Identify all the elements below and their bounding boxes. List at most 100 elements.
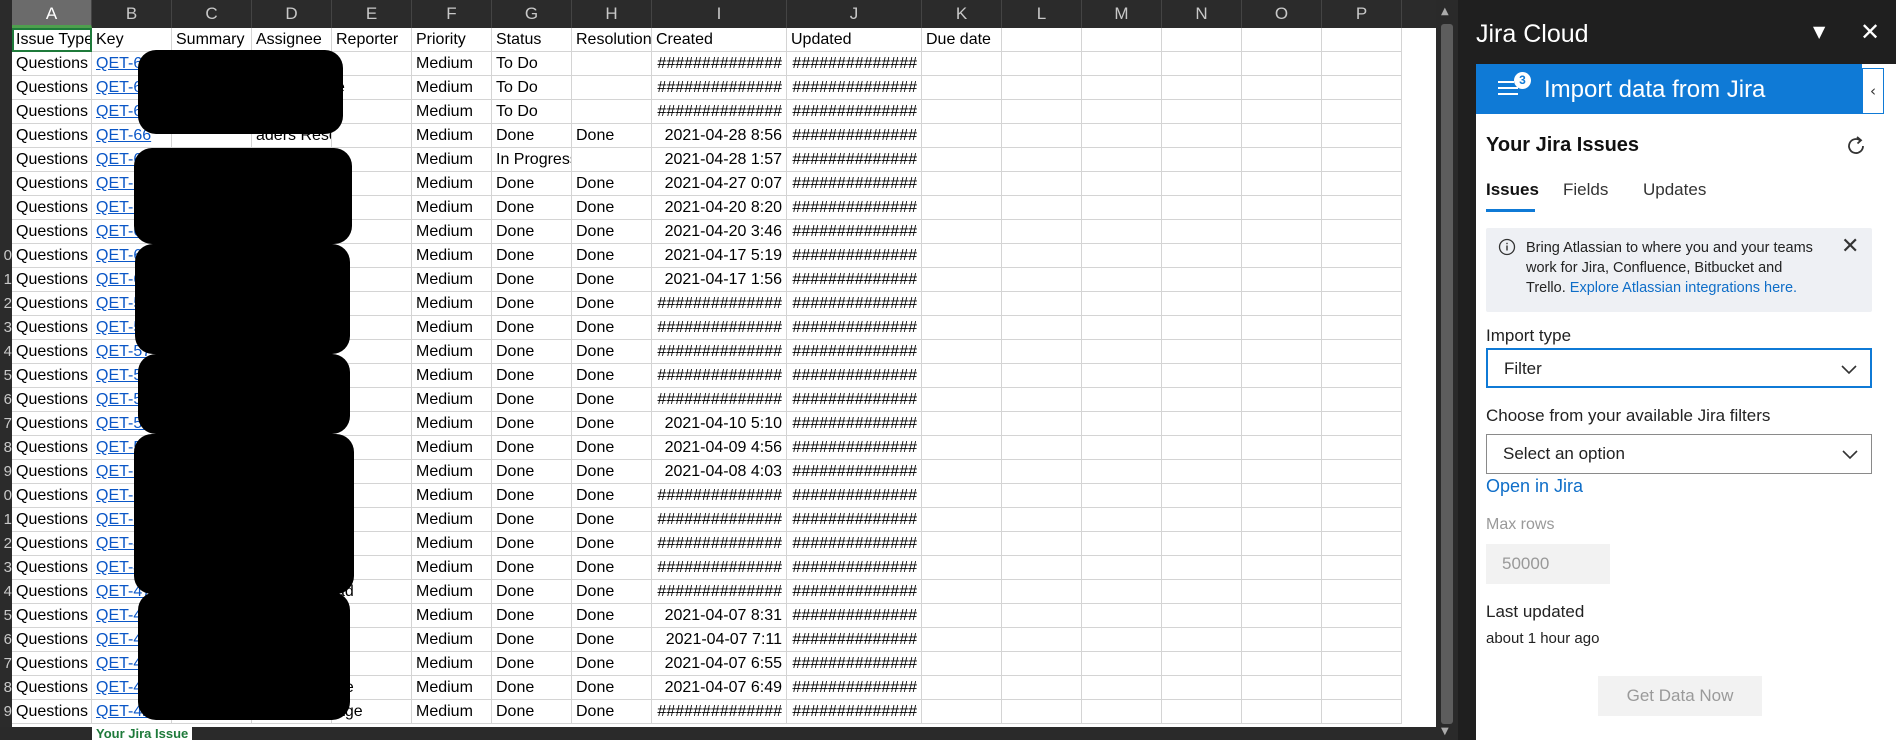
- table-cell[interactable]: [1162, 628, 1242, 652]
- table-cell[interactable]: [922, 484, 1002, 508]
- table-cell[interactable]: Questions: [12, 220, 92, 244]
- table-cell[interactable]: Questions: [12, 268, 92, 292]
- table-cell[interactable]: Questions: [12, 700, 92, 724]
- table-cell[interactable]: [1002, 556, 1082, 580]
- table-cell[interactable]: [332, 124, 412, 148]
- table-cell[interactable]: Done: [572, 292, 652, 316]
- scroll-up-icon[interactable]: ▲: [1441, 6, 1449, 17]
- table-cell[interactable]: ##############: [652, 316, 787, 340]
- column-header[interactable]: F: [412, 0, 492, 28]
- row-header[interactable]: 7: [0, 412, 12, 436]
- table-cell[interactable]: [1082, 532, 1162, 556]
- table-cell[interactable]: 2021-04-28 1:57: [652, 148, 787, 172]
- get-data-now-button[interactable]: Get Data Now: [1598, 676, 1762, 716]
- table-cell[interactable]: To Do: [492, 52, 572, 76]
- header-cell[interactable]: Assignee: [252, 28, 332, 52]
- table-cell[interactable]: [1322, 436, 1402, 460]
- table-cell[interactable]: Done: [572, 700, 652, 724]
- table-cell[interactable]: [1242, 220, 1322, 244]
- filters-select[interactable]: Select an option: [1486, 434, 1872, 474]
- table-cell[interactable]: [1002, 388, 1082, 412]
- table-cell[interactable]: 2021-04-17 1:56: [652, 268, 787, 292]
- column-header[interactable]: B: [92, 0, 172, 28]
- table-cell[interactable]: Done: [492, 652, 572, 676]
- table-cell[interactable]: [1002, 52, 1082, 76]
- table-cell[interactable]: [1242, 412, 1322, 436]
- table-cell[interactable]: Questions: [12, 676, 92, 700]
- table-cell[interactable]: [1242, 244, 1322, 268]
- table-cell[interactable]: [922, 508, 1002, 532]
- table-cell[interactable]: [1162, 412, 1242, 436]
- table-cell[interactable]: Done: [572, 364, 652, 388]
- table-cell[interactable]: Done: [572, 220, 652, 244]
- table-cell[interactable]: [1082, 652, 1162, 676]
- table-cell[interactable]: Medium: [412, 484, 492, 508]
- row-header[interactable]: 4: [0, 340, 12, 364]
- table-cell[interactable]: [1162, 124, 1242, 148]
- table-cell[interactable]: Done: [492, 556, 572, 580]
- table-cell[interactable]: [1002, 652, 1082, 676]
- header-cell[interactable]: Summary: [172, 28, 252, 52]
- table-cell[interactable]: ##############: [787, 196, 922, 220]
- table-cell[interactable]: [1002, 412, 1082, 436]
- table-cell[interactable]: ##############: [652, 52, 787, 76]
- table-cell[interactable]: Medium: [412, 604, 492, 628]
- sheet-tab[interactable]: Your Jira Issue: [92, 727, 193, 740]
- table-cell[interactable]: [922, 460, 1002, 484]
- table-cell[interactable]: [1242, 340, 1322, 364]
- table-cell[interactable]: ##############: [652, 556, 787, 580]
- table-cell[interactable]: [1322, 532, 1402, 556]
- table-cell[interactable]: 2021-04-09 4:56: [652, 436, 787, 460]
- table-cell[interactable]: [332, 52, 412, 76]
- table-cell[interactable]: ##############: [787, 220, 922, 244]
- table-cell[interactable]: [1002, 340, 1082, 364]
- table-cell[interactable]: [922, 292, 1002, 316]
- table-cell[interactable]: [1162, 100, 1242, 124]
- row-header[interactable]: [0, 196, 12, 220]
- table-cell[interactable]: Questions: [12, 484, 92, 508]
- table-cell[interactable]: Questions: [12, 580, 92, 604]
- table-cell[interactable]: [922, 268, 1002, 292]
- table-cell[interactable]: [1162, 340, 1242, 364]
- row-header[interactable]: [0, 76, 12, 100]
- row-header[interactable]: 2: [0, 292, 12, 316]
- table-cell[interactable]: [1082, 700, 1162, 724]
- table-cell[interactable]: Medium: [412, 100, 492, 124]
- row-header[interactable]: 9: [0, 460, 12, 484]
- table-cell[interactable]: Questions: [12, 52, 92, 76]
- table-cell[interactable]: [1242, 172, 1322, 196]
- header-cell[interactable]: Due date: [922, 28, 1002, 52]
- table-cell[interactable]: [572, 76, 652, 100]
- row-header[interactable]: 0: [0, 244, 12, 268]
- table-cell[interactable]: [1162, 268, 1242, 292]
- table-cell[interactable]: [922, 652, 1002, 676]
- table-cell[interactable]: ##############: [652, 508, 787, 532]
- table-cell[interactable]: ##############: [787, 676, 922, 700]
- open-in-jira-link[interactable]: Open in Jira: [1486, 476, 1583, 497]
- table-cell[interactable]: [1242, 604, 1322, 628]
- table-cell[interactable]: [922, 76, 1002, 100]
- table-cell[interactable]: [1002, 436, 1082, 460]
- column-header[interactable]: O: [1242, 0, 1322, 28]
- table-cell[interactable]: Questions: [12, 412, 92, 436]
- table-cell[interactable]: Done: [492, 628, 572, 652]
- table-cell[interactable]: [1322, 196, 1402, 220]
- table-cell[interactable]: ##############: [652, 76, 787, 100]
- table-cell[interactable]: Questions: [12, 76, 92, 100]
- row-header[interactable]: 9: [0, 700, 12, 724]
- table-cell[interactable]: Done: [572, 196, 652, 220]
- table-cell[interactable]: Done: [492, 580, 572, 604]
- header-cell[interactable]: Reporter: [332, 28, 412, 52]
- table-cell[interactable]: Done: [492, 316, 572, 340]
- table-cell[interactable]: Done: [572, 316, 652, 340]
- table-cell[interactable]: [1082, 196, 1162, 220]
- table-cell[interactable]: [572, 52, 652, 76]
- table-cell[interactable]: [1322, 148, 1402, 172]
- table-cell[interactable]: [1082, 76, 1162, 100]
- table-cell[interactable]: Done: [572, 268, 652, 292]
- table-cell[interactable]: Questions: [12, 388, 92, 412]
- table-cell[interactable]: [1242, 124, 1322, 148]
- table-cell[interactable]: Done: [492, 604, 572, 628]
- table-cell[interactable]: [1242, 580, 1322, 604]
- table-cell[interactable]: Questions: [12, 556, 92, 580]
